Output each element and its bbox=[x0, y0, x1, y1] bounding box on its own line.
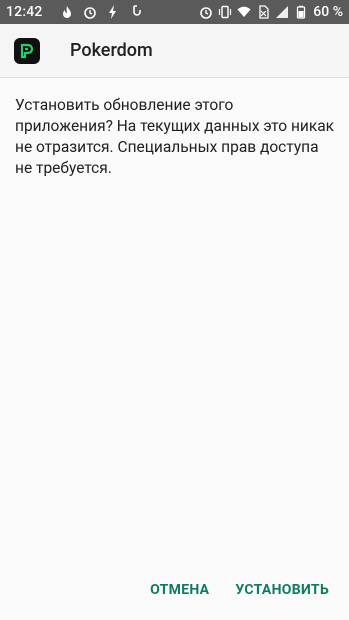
flame-icon bbox=[60, 5, 74, 19]
alarm-icon bbox=[199, 5, 213, 19]
status-time: 12:42 bbox=[6, 4, 43, 20]
battery-percent: 60 % bbox=[313, 4, 343, 20]
battery-icon bbox=[294, 5, 308, 19]
no-sim-icon bbox=[256, 5, 270, 19]
install-button[interactable]: УСТАНОВИТЬ bbox=[235, 578, 329, 602]
alarm-icon bbox=[83, 5, 97, 19]
pokerdom-logo-icon bbox=[14, 37, 40, 64]
install-message: Установить обновление этого приложения? … bbox=[15, 96, 335, 177]
dialog-actions: ОТМЕНА УСТАНОВИТЬ bbox=[150, 578, 329, 602]
status-left: 12:42 bbox=[6, 4, 143, 20]
status-bar: 12:42 60 % bbox=[0, 0, 349, 24]
bolt-icon bbox=[106, 5, 120, 19]
status-right: 60 % bbox=[199, 4, 343, 20]
cancel-button[interactable]: ОТМЕНА bbox=[150, 578, 209, 602]
signal-icon bbox=[275, 5, 289, 19]
app-header: Pokerdom bbox=[0, 24, 349, 78]
wifi-icon bbox=[237, 5, 251, 19]
hook-icon bbox=[129, 5, 143, 19]
vibrate-icon bbox=[218, 5, 232, 19]
app-title: Pokerdom bbox=[70, 40, 153, 61]
